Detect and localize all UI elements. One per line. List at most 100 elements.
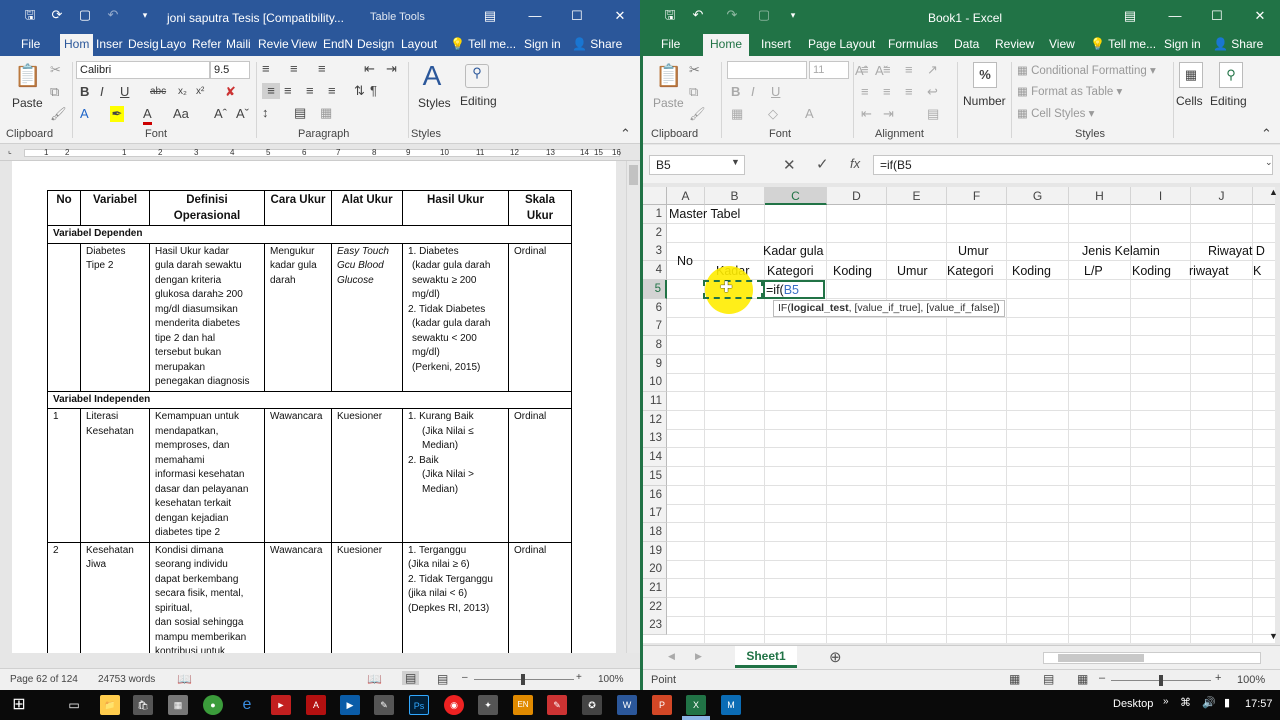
align-center-icon[interactable]: ≡ (883, 84, 891, 100)
vertical-scrollbar[interactable] (626, 161, 640, 653)
row-header-15[interactable]: 15 (643, 466, 667, 486)
network-icon[interactable]: ⌘ (1180, 696, 1191, 709)
row-header-17[interactable]: 17 (643, 504, 667, 524)
horizontal-scrollbar[interactable] (1043, 652, 1261, 664)
font-color-icon[interactable]: A (805, 106, 814, 122)
align-center-icon[interactable]: ≡ (284, 83, 292, 99)
cut-icon[interactable]: ✂ (50, 62, 61, 78)
web-layout-icon[interactable]: ▤ (437, 672, 448, 686)
select-all-corner[interactable] (643, 187, 667, 205)
italic-icon[interactable]: I (100, 84, 104, 100)
orientation-icon[interactable]: ↗ (927, 62, 938, 78)
tab-file[interactable]: File (21, 37, 40, 51)
maximize-icon[interactable]: ☐ (1207, 8, 1227, 24)
scroll-up-icon[interactable]: ▲ (1269, 187, 1278, 197)
print-preview-icon[interactable]: ▢ (757, 8, 771, 22)
print-preview-icon[interactable]: ▢ (78, 8, 92, 22)
tab-home[interactable]: Home (703, 34, 750, 56)
overflow-chevron-icon[interactable]: » (1163, 696, 1169, 707)
styles-button[interactable]: Styles (418, 96, 451, 110)
text-effects-icon[interactable]: A (80, 106, 89, 122)
editing-button[interactable]: Editing (1210, 94, 1247, 108)
editing-button[interactable]: Editing (460, 94, 497, 108)
row-header-5[interactable]: 5 (643, 279, 667, 299)
row-header-3[interactable]: 3 (643, 242, 667, 262)
start-icon[interactable]: ⊞ (9, 695, 29, 715)
task-view-icon[interactable]: ▭ (64, 695, 84, 715)
cell-f3[interactable]: Umur (958, 242, 989, 260)
gear-app-icon[interactable]: ✪ (582, 695, 602, 715)
document-area[interactable]: No Variabel Definisi Operasional Cara Uk… (0, 161, 626, 653)
tab-table-layout[interactable]: Layout (401, 37, 437, 51)
record-icon[interactable]: ◉ (444, 695, 464, 715)
row-header-10[interactable]: 10 (643, 373, 667, 393)
row-header-14[interactable]: 14 (643, 448, 667, 468)
font-name-combo[interactable]: Calibri (76, 61, 210, 79)
zoom-slider-thumb[interactable] (1159, 675, 1163, 686)
middle-align-icon[interactable]: ≡ (883, 62, 891, 78)
print-layout-icon[interactable]: ▤ (402, 671, 420, 685)
cell-i4[interactable]: Koding (1132, 262, 1171, 280)
tab-endnote[interactable]: EndN (323, 37, 353, 51)
collapse-ribbon-icon[interactable]: ⌃ (1261, 126, 1272, 142)
copy-icon[interactable]: ⧉ (50, 84, 59, 100)
scroll-thumb[interactable] (629, 165, 638, 185)
increase-indent-icon[interactable]: ⇥ (883, 106, 894, 122)
italic-icon[interactable]: I (751, 84, 755, 100)
share-button[interactable]: 👤 Share (1213, 37, 1263, 51)
subscript-icon[interactable]: x₂ (178, 84, 187, 100)
tooltip-current-arg[interactable]: logical_test (791, 302, 849, 314)
zoom-level[interactable]: 100% (1237, 674, 1265, 686)
ruler-tab-selector[interactable]: ⌞ (8, 146, 12, 155)
battery-icon[interactable]: ▮ (1224, 696, 1230, 709)
cell-a1[interactable]: Master Tabel (669, 205, 740, 223)
row-header-22[interactable]: 22 (643, 597, 667, 617)
zoom-out-icon[interactable]: – (1099, 672, 1105, 684)
underline-icon[interactable]: U (120, 84, 129, 100)
shading-icon[interactable]: ▤ (294, 105, 306, 121)
insert-function-icon[interactable]: fx (850, 156, 860, 171)
search-icon[interactable]: ⚲ (1219, 62, 1243, 88)
line-spacing-icon[interactable]: ↕ (262, 105, 269, 121)
cell-e4[interactable]: Umur (897, 262, 928, 280)
cell-k4[interactable]: K (1253, 262, 1261, 280)
row-header-21[interactable]: 21 (643, 579, 667, 598)
cell-d4[interactable]: Koding (833, 262, 872, 280)
edge-icon[interactable]: e (237, 695, 257, 715)
column-header-i[interactable]: I (1131, 187, 1191, 205)
expand-formula-icon[interactable]: ⌄ (1265, 157, 1273, 168)
bullets-icon[interactable]: ≡ (262, 61, 270, 77)
align-right-icon[interactable]: ≡ (306, 83, 314, 99)
row-header-2[interactable]: 2 (643, 223, 667, 243)
gray-app-icon[interactable]: ✎ (374, 695, 394, 715)
formula-input[interactable]: =if(B5 (873, 155, 1273, 175)
cancel-icon[interactable]: ✕ (783, 156, 796, 174)
fill-color-icon[interactable]: ◇ (768, 106, 778, 122)
format-painter-icon[interactable]: 🖌 (689, 106, 706, 122)
normal-view-icon[interactable]: ▦ (1009, 672, 1020, 686)
function-tooltip[interactable]: IF(logical_test, [value_if_true], [value… (773, 300, 1005, 317)
copy-icon[interactable]: ⧉ (689, 84, 698, 100)
underline-icon[interactable]: U (771, 84, 780, 100)
new-sheet-icon[interactable]: ⊕ (829, 648, 842, 666)
row-header-1[interactable]: 1 (643, 205, 667, 224)
column-header-j[interactable]: J (1191, 187, 1253, 205)
volume-icon[interactable]: 🔊 (1202, 696, 1216, 709)
worksheet-grid[interactable]: ABCDEFGHIJ 1 2 3 4 5 6 7 8 9 10 11 12 13 14 15 16 17 18 19… (643, 187, 1275, 643)
page-break-view-icon[interactable]: ▦ (1077, 672, 1088, 686)
clock[interactable]: 17:57 (1245, 698, 1273, 710)
red-tool-icon[interactable]: ✎ (547, 695, 567, 715)
tab-page-layout[interactable]: Page Layout (808, 37, 875, 51)
sign-in-link[interactable]: Sign in (1164, 37, 1201, 51)
page-count[interactable]: Page 62 of 124 (10, 674, 78, 685)
wrap-text-icon[interactable]: ↩ (927, 84, 938, 100)
tab-design[interactable]: Desig (128, 37, 159, 51)
minimize-icon[interactable]: — (525, 8, 545, 23)
column-header-b[interactable]: B (705, 187, 765, 205)
shrink-font-icon[interactable]: Aˇ (236, 106, 249, 122)
font-color-icon[interactable]: A (143, 106, 152, 125)
cell-f4[interactable]: Kategori (947, 262, 994, 280)
repeat-icon[interactable]: ⟳ (50, 8, 64, 22)
endnote-icon[interactable]: EN (513, 695, 533, 715)
format-painter-icon[interactable]: 🖌 (50, 106, 67, 122)
